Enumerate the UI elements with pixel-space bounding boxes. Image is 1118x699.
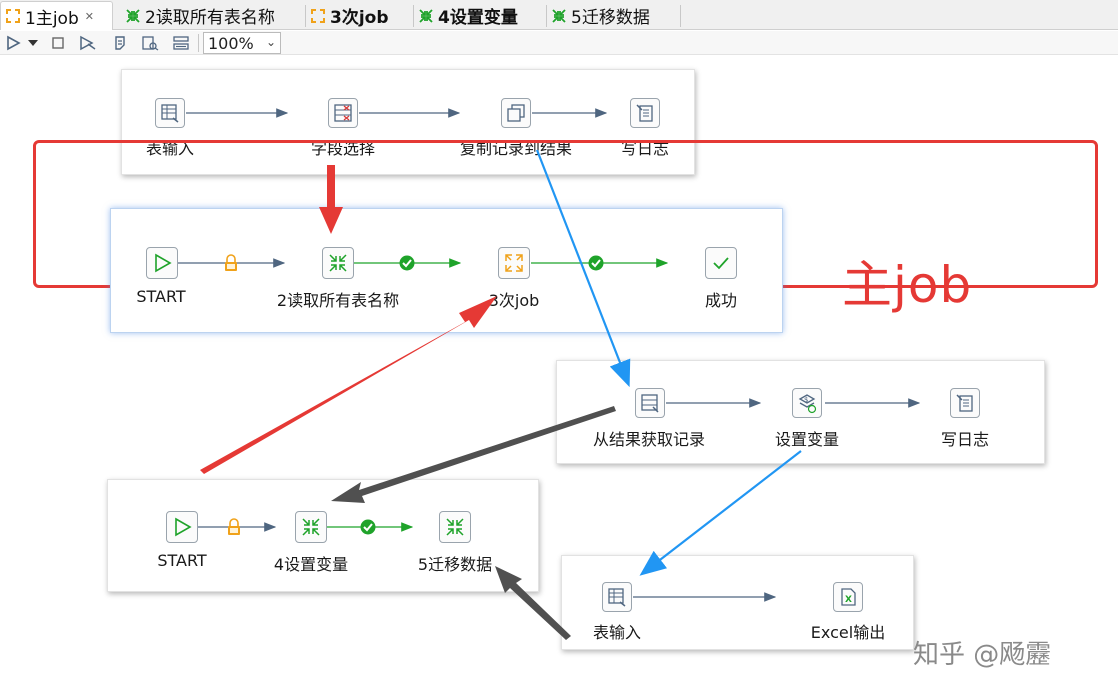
job-icon xyxy=(6,9,20,23)
get-rows-icon xyxy=(641,394,659,413)
step-label: 从结果获取记录 xyxy=(592,430,706,449)
tab-label: 2读取所有表名称 xyxy=(145,8,275,28)
select-values-step[interactable] xyxy=(328,98,358,128)
select-values-icon xyxy=(334,104,352,122)
tab-bar: 1主job ✕ 2读取所有表名称 3次job 4设置变量 5迁移数据 xyxy=(0,0,1118,30)
toolbar: 100% ⌄ xyxy=(0,31,1118,55)
write-log-step[interactable] xyxy=(950,388,980,418)
run-options-dropdown[interactable] xyxy=(26,33,40,53)
transformation-entry-icon xyxy=(446,518,464,536)
get-rows-from-result-step[interactable] xyxy=(635,388,665,418)
migrate-data-entry[interactable] xyxy=(439,511,471,543)
sub-job-card: START 4设置变量 5迁移数据 xyxy=(107,479,539,592)
job-icon xyxy=(311,8,325,23)
run-icon xyxy=(7,35,21,51)
tab-label: 1主job xyxy=(25,8,79,29)
copy-rows-icon xyxy=(507,104,525,122)
entry-label: 5迁移数据 xyxy=(417,555,493,574)
unconditional-lock-icon xyxy=(228,518,240,535)
impact-icon xyxy=(173,36,189,50)
tab-label: 5迁移数据 xyxy=(571,8,650,28)
tab-label: 3次job xyxy=(330,8,389,28)
tab-label: 4设置变量 xyxy=(438,8,518,28)
sub-job-entry[interactable] xyxy=(498,247,530,279)
svg-text:$: $ xyxy=(804,396,808,404)
table-input-icon xyxy=(608,588,626,607)
excel-output-icon: X xyxy=(841,588,856,606)
run-button[interactable] xyxy=(3,33,23,53)
success-check-icon xyxy=(588,255,604,271)
step-label: 表输入 xyxy=(592,623,642,642)
dropdown-caret-icon xyxy=(28,40,38,46)
chevron-down-icon: ⌄ xyxy=(265,35,276,49)
set-variables-step[interactable]: $ xyxy=(792,388,822,418)
main-job-annotation: 主job xyxy=(842,256,973,314)
read-table-names-entry[interactable] xyxy=(322,247,354,279)
step-label: 设置变量 xyxy=(774,430,840,449)
transform-icon xyxy=(552,8,566,23)
set-variables-entry[interactable] xyxy=(295,511,327,543)
stop-button[interactable] xyxy=(48,33,68,53)
debug-button[interactable] xyxy=(110,33,130,53)
excel-transformation-card: 表输入 X Excel输出 xyxy=(561,555,914,650)
tab-set-variables[interactable]: 4设置变量 xyxy=(414,1,547,30)
table-input-step[interactable] xyxy=(155,98,185,128)
entry-label: 4设置变量 xyxy=(273,555,349,574)
table-input-step[interactable] xyxy=(602,582,632,612)
entry-label: 2读取所有表名称 xyxy=(276,291,400,310)
toolbar-separator xyxy=(198,34,199,52)
start-icon xyxy=(155,253,172,273)
svg-text:X: X xyxy=(845,595,852,605)
tab-read-table-names[interactable]: 2读取所有表名称 xyxy=(121,1,306,30)
job-entry-icon xyxy=(505,254,523,272)
success-check-icon xyxy=(360,519,376,535)
main-job-card: START 2读取所有表名称 3次job 成功 xyxy=(110,208,783,333)
unconditional-lock-icon xyxy=(225,254,237,271)
write-log-icon xyxy=(956,394,973,412)
step-label: Excel输出 xyxy=(810,623,886,642)
start-entry[interactable] xyxy=(166,511,198,543)
impact-button[interactable] xyxy=(171,33,191,53)
start-icon xyxy=(175,517,192,537)
excel-output-step[interactable]: X xyxy=(833,582,863,612)
transform-icon xyxy=(126,8,140,23)
debug-icon xyxy=(115,36,125,50)
table-input-icon xyxy=(161,104,179,123)
preview-button[interactable] xyxy=(78,33,98,53)
stop-icon xyxy=(52,37,64,49)
entry-label: 成功 xyxy=(704,291,738,310)
tab-migrate-data[interactable]: 5迁移数据 xyxy=(547,1,681,30)
transform-icon xyxy=(419,8,433,23)
transformation-entry-icon xyxy=(302,518,320,536)
zoom-value: 100% xyxy=(208,33,254,53)
success-check-icon xyxy=(399,255,415,271)
set-variables-icon: $ xyxy=(798,394,817,414)
preview-icon xyxy=(80,35,96,51)
entry-label: 3次job xyxy=(488,291,540,310)
success-entry[interactable] xyxy=(705,247,737,279)
write-log-icon xyxy=(636,104,653,122)
watermark: 知乎 @飏靂 xyxy=(913,640,1052,670)
sql-icon xyxy=(142,36,159,51)
entry-label: START xyxy=(136,287,186,306)
job-hop-lines xyxy=(178,258,669,268)
entry-label: START xyxy=(157,551,207,570)
sql-button[interactable] xyxy=(140,33,160,53)
zoom-select[interactable]: 100% ⌄ xyxy=(203,32,281,54)
tab-main-job[interactable]: 1主job ✕ xyxy=(0,1,113,30)
write-log-step[interactable] xyxy=(630,98,660,128)
get-rows-transformation-card: 从结果获取记录 $ 设置变量 写日志 xyxy=(556,360,1045,464)
start-entry[interactable] xyxy=(146,247,178,279)
success-icon xyxy=(713,257,729,270)
tab-sub-job[interactable]: 3次job xyxy=(306,1,414,30)
transformation-entry-icon xyxy=(329,254,347,272)
tab-separator xyxy=(680,5,681,27)
close-icon[interactable]: ✕ xyxy=(85,10,94,23)
step-label: 写日志 xyxy=(940,430,990,449)
copy-rows-to-result-step[interactable] xyxy=(501,98,531,128)
